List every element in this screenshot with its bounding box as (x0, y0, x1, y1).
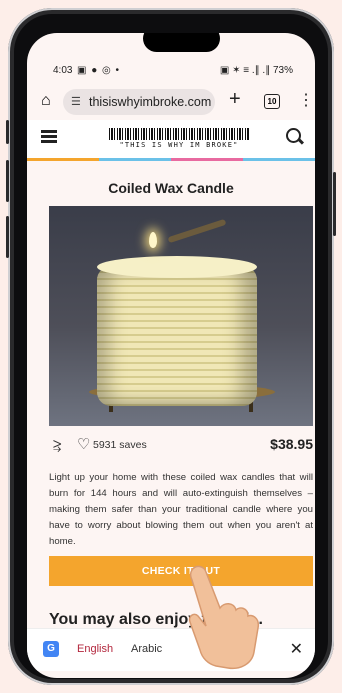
home-icon[interactable]: ⌂ (41, 92, 51, 110)
product-image[interactable] (49, 206, 313, 426)
notification-icons: ▣ ● ◎ • (77, 65, 121, 76)
screen: 4:03 ▣ ● ◎ • ▣ ✶ ≡ .∥ .∥ 73% ⌂ ☰ thisisw… (27, 33, 315, 678)
heart-icon[interactable]: ♡ (77, 435, 90, 453)
volume-up-button (6, 120, 9, 144)
volume-down-button (6, 160, 9, 202)
wick-holder (167, 218, 227, 244)
stripe-segment (171, 158, 243, 161)
site-header: "THIS IS WHY IM BROKE" (27, 120, 315, 160)
url-bar[interactable]: ☰ thisiswhyimbroke.com (63, 89, 215, 115)
product-description: Light up your home with these coiled wax… (49, 472, 313, 547)
search-icon[interactable] (286, 128, 301, 143)
product-title: Coiled Wax Candle (108, 180, 234, 196)
browser-toolbar: ⌂ ☰ thisiswhyimbroke.com + 10 ⋮ (27, 86, 315, 118)
translate-bar: G English Arabic ✕ (27, 628, 315, 671)
new-tab-icon[interactable]: + (229, 88, 241, 111)
silent-switch (6, 216, 9, 258)
google-translate-icon[interactable]: G (43, 641, 59, 657)
url-text: thisiswhyimbroke.com (89, 95, 212, 109)
flame (149, 232, 157, 248)
product-price: $38.95 (270, 436, 313, 452)
saves-count: 5931 saves (93, 439, 147, 451)
check-it-out-button[interactable]: CHECK IT OUT (49, 556, 313, 586)
candle-top (97, 256, 257, 278)
status-bar: 4:03 ▣ ● ◎ • ▣ ✶ ≡ .∥ .∥ 73% (27, 61, 315, 79)
site-logo[interactable]: "THIS IS WHY IM BROKE" (109, 128, 249, 150)
pointing-hand-icon (188, 565, 260, 670)
barcode-graphic (109, 128, 249, 140)
power-button (333, 172, 336, 236)
system-icons: ▣ ✶ ≡ .∥ .∥ (219, 65, 271, 76)
status-time: 4:03 (53, 65, 73, 76)
share-icon[interactable]: ⥸ (53, 437, 61, 454)
hamburger-menu-icon[interactable] (41, 130, 57, 143)
system-status: ▣ ✶ ≡ .∥ .∥ 73% (220, 65, 293, 76)
target-language-tab[interactable]: Arabic (131, 643, 162, 655)
logo-text: "THIS IS WHY IM BROKE" (119, 141, 239, 149)
related-heading: You may also enjoy throwi... (49, 611, 263, 628)
more-menu-icon[interactable]: ⋮ (298, 90, 314, 110)
source-language-tab[interactable]: English (77, 643, 113, 655)
close-icon[interactable]: ✕ (290, 639, 303, 659)
tab-count-button[interactable]: 10 (264, 94, 280, 109)
site-settings-icon[interactable]: ☰ (71, 95, 81, 108)
product-meta: ⥸ ♡ 5931 saves $38.95 (49, 433, 313, 457)
stripe-segment (99, 158, 171, 161)
stripe-segment (27, 158, 99, 161)
camera-notch (143, 33, 220, 52)
stripe-segment (243, 158, 315, 161)
battery-level: 73% (272, 65, 293, 76)
coiled-candle (97, 266, 257, 406)
color-stripe (27, 158, 315, 161)
